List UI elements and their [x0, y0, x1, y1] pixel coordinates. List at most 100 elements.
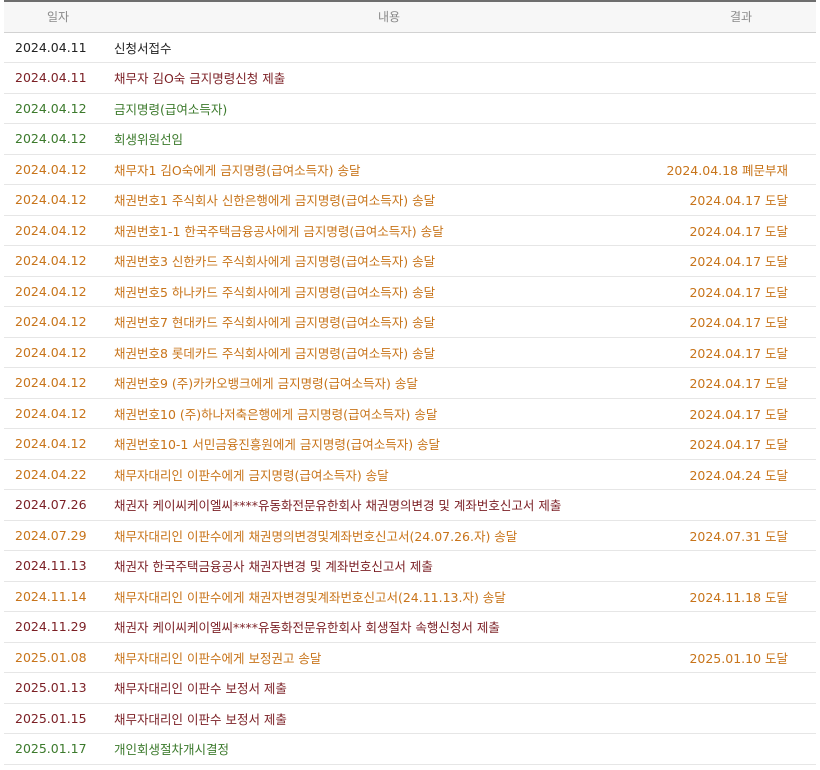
row-result [666, 489, 816, 521]
row-content: 채무자 김O숙 금지명령신청 제출 [112, 62, 666, 94]
row-result [666, 703, 816, 734]
row-content: 채무자1 김O숙에게 금지명령(급여소득자) 송달 [112, 154, 666, 185]
row-date: 2025.01.08 [4, 642, 112, 673]
header-date: 일자 [4, 0, 112, 33]
table-row: 2024.11.14 채무자대리인 이판수에게 채권자변경및계좌번호신고서(24.… [4, 581, 816, 612]
table-row: 2024.04.12 채권번호5 하나카드 주식회사에게 금지명령(급여소득자) … [4, 276, 816, 307]
table-row: 2024.04.12 채무자1 김O숙에게 금지명령(급여소득자) 송달 2024.… [4, 154, 816, 185]
row-date: 2024.04.12 [4, 428, 112, 460]
row-content: 채권자 한국주택금융공사 채권자변경 및 계좌번호신고서 제출 [112, 550, 666, 582]
row-date: 2024.07.29 [4, 520, 112, 551]
row-date: 2024.04.12 [4, 276, 112, 307]
row-result [666, 123, 816, 155]
case-progress-table: 일자 내용 결과 2024.04.11 신청서접수 2024.04.11 채무자 김O… [4, 0, 816, 765]
row-result [666, 93, 816, 124]
header-content: 내용 [112, 0, 666, 33]
row-content: 채무자대리인 이판수에게 채권명의변경및계좌번호신고서(24.07.26.자) … [112, 520, 666, 551]
row-content: 금지명령(급여소득자) [112, 93, 666, 124]
row-date: 2025.01.17 [4, 733, 112, 765]
table-row: 2024.04.11 채무자 김O숙 금지명령신청 제출 [4, 62, 816, 94]
row-result [666, 733, 816, 765]
row-content: 채권번호3 신한카드 주식회사에게 금지명령(급여소득자) 송달 [112, 245, 666, 277]
row-result: 2024.04.17 도달 [666, 398, 816, 429]
row-date: 2025.01.15 [4, 703, 112, 734]
row-result: 2024.11.18 도달 [666, 581, 816, 612]
row-content: 채무자대리인 이판수 보정서 제출 [112, 703, 666, 734]
table-row: 2024.04.12 금지명령(급여소득자) [4, 93, 816, 124]
table-body: 2024.04.11 신청서접수 2024.04.11 채무자 김O숙 금지명령신청 … [4, 32, 816, 765]
row-content: 채권자 케이씨케이엘씨****유동화전문유한회사 채권명의변경 및 계좌번호신고… [112, 489, 666, 521]
row-date: 2024.04.22 [4, 459, 112, 490]
row-content: 채무자대리인 이판수에게 보정권고 송달 [112, 642, 666, 673]
table-row: 2024.11.13 채권자 한국주택금융공사 채권자변경 및 계좌번호신고서 제… [4, 550, 816, 582]
row-date: 2024.04.12 [4, 215, 112, 246]
row-result: 2024.04.18 폐문부재 [666, 154, 816, 185]
row-result: 2024.04.17 도달 [666, 276, 816, 307]
row-date: 2024.04.12 [4, 398, 112, 429]
row-result: 2024.04.17 도달 [666, 306, 816, 338]
row-result: 2024.04.17 도달 [666, 337, 816, 368]
table-row: 2024.04.12 채권번호10 (주)하나저축은행에게 금지명령(급여소득자)… [4, 398, 816, 429]
row-date: 2024.07.26 [4, 489, 112, 521]
table-row: 2024.07.26 채권자 케이씨케이엘씨****유동화전문유한회사 채권명의변… [4, 489, 816, 521]
row-date: 2024.04.12 [4, 184, 112, 216]
table-row: 2024.04.12 회생위원선임 [4, 123, 816, 155]
row-result [666, 550, 816, 582]
table-row: 2024.04.12 채권번호3 신한카드 주식회사에게 금지명령(급여소득자) … [4, 245, 816, 277]
row-content: 채무자대리인 이판수에게 채권자변경및계좌번호신고서(24.11.13.자) 송… [112, 581, 666, 612]
row-date: 2024.11.13 [4, 550, 112, 582]
table-row: 2025.01.13 채무자대리인 이판수 보정서 제출 [4, 672, 816, 704]
row-result: 2024.04.17 도달 [666, 215, 816, 246]
row-result [666, 611, 816, 643]
row-result [666, 32, 816, 63]
row-result: 2025.01.10 도달 [666, 642, 816, 673]
row-date: 2024.04.12 [4, 245, 112, 277]
header-result: 결과 [666, 0, 816, 33]
table-row: 2024.04.12 채권번호8 롯데카드 주식회사에게 금지명령(급여소득자) … [4, 337, 816, 368]
row-content: 채권번호1 주식회사 신한은행에게 금지명령(급여소득자) 송달 [112, 184, 666, 216]
row-content: 채권번호1-1 한국주택금융공사에게 금지명령(급여소득자) 송달 [112, 215, 666, 246]
row-date: 2024.04.12 [4, 367, 112, 399]
case-progress-panel: 일자 내용 결과 2024.04.11 신청서접수 2024.04.11 채무자 김O… [4, 0, 816, 765]
row-content: 채권번호5 하나카드 주식회사에게 금지명령(급여소득자) 송달 [112, 276, 666, 307]
table-header: 일자 내용 결과 [4, 0, 816, 33]
row-content: 신청서접수 [112, 32, 666, 63]
row-result: 2024.04.17 도달 [666, 184, 816, 216]
row-result: 2024.07.31 도달 [666, 520, 816, 551]
row-content: 채권자 케이씨케이엘씨****유동화전문유한회사 회생절차 속행신청서 제출 [112, 611, 666, 643]
table-row: 2024.04.12 채권번호10-1 서민금융진흥원에게 금지명령(급여소득자)… [4, 428, 816, 460]
row-content: 개인회생절차개시결정 [112, 733, 666, 765]
table-row: 2024.04.11 신청서접수 [4, 32, 816, 63]
row-result: 2024.04.17 도달 [666, 245, 816, 277]
row-date: 2024.11.14 [4, 581, 112, 612]
table-row: 2024.11.29 채권자 케이씨케이엘씨****유동화전문유한회사 회생절차 … [4, 611, 816, 643]
row-result: 2024.04.17 도달 [666, 367, 816, 399]
row-content: 채권번호10-1 서민금융진흥원에게 금지명령(급여소득자) 송달 [112, 428, 666, 460]
row-result: 2024.04.24 도달 [666, 459, 816, 490]
row-date: 2024.04.12 [4, 93, 112, 124]
row-result: 2024.04.17 도달 [666, 428, 816, 460]
table-row: 2024.04.12 채권번호1-1 한국주택금융공사에게 금지명령(급여소득자)… [4, 215, 816, 246]
row-content: 채무자대리인 이판수 보정서 제출 [112, 672, 666, 704]
row-content: 회생위원선임 [112, 123, 666, 155]
row-content: 채권번호7 현대카드 주식회사에게 금지명령(급여소득자) 송달 [112, 306, 666, 338]
table-row: 2025.01.17 개인회생절차개시결정 [4, 733, 816, 765]
row-date: 2024.04.11 [4, 62, 112, 94]
row-content: 채권번호8 롯데카드 주식회사에게 금지명령(급여소득자) 송달 [112, 337, 666, 368]
row-content: 채무자대리인 이판수에게 금지명령(급여소득자) 송달 [112, 459, 666, 490]
row-date: 2024.04.12 [4, 337, 112, 368]
row-result [666, 62, 816, 94]
table-row: 2024.04.12 채권번호1 주식회사 신한은행에게 금지명령(급여소득자) … [4, 184, 816, 216]
row-date: 2024.11.29 [4, 611, 112, 643]
table-row: 2024.04.22 채무자대리인 이판수에게 금지명령(급여소득자) 송달 202… [4, 459, 816, 490]
table-row: 2025.01.15 채무자대리인 이판수 보정서 제출 [4, 703, 816, 734]
table-row: 2024.04.12 채권번호9 (주)카카오뱅크에게 금지명령(급여소득자) 송… [4, 367, 816, 399]
table-header-row: 일자 내용 결과 [4, 0, 816, 33]
row-date: 2024.04.12 [4, 154, 112, 185]
row-content: 채권번호9 (주)카카오뱅크에게 금지명령(급여소득자) 송달 [112, 367, 666, 399]
row-date: 2024.04.11 [4, 32, 112, 63]
row-content: 채권번호10 (주)하나저축은행에게 금지명령(급여소득자) 송달 [112, 398, 666, 429]
row-date: 2025.01.13 [4, 672, 112, 704]
row-date: 2024.04.12 [4, 306, 112, 338]
row-result [666, 672, 816, 704]
